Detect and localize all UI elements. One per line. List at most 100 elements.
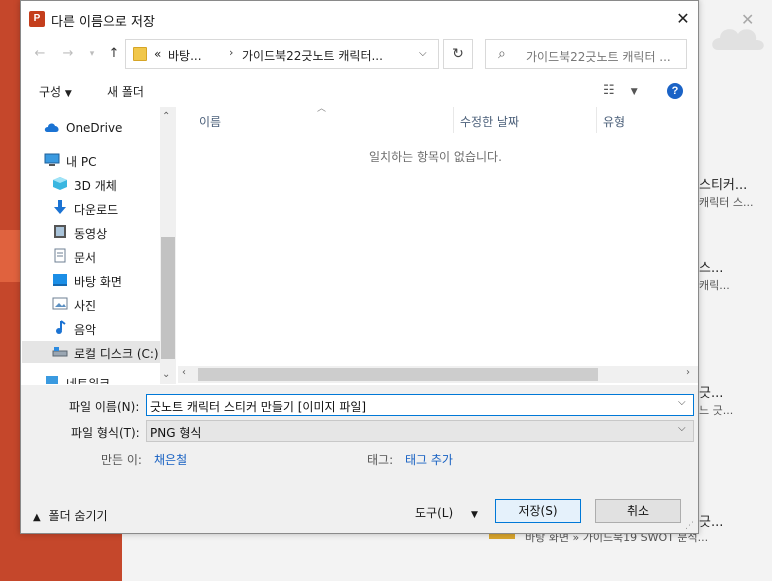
breadcrumb-item[interactable]: 바탕... — [168, 47, 202, 64]
backstage-selected-item — [0, 230, 22, 282]
picture-icon — [52, 297, 68, 310]
add-tag-link[interactable]: 태그 추가 — [405, 451, 453, 468]
forward-arrow-icon[interactable]: → — [59, 45, 77, 63]
back-arrow-icon[interactable]: ← — [31, 45, 49, 63]
nav-item-downloads[interactable]: 다운로드 — [52, 197, 160, 219]
dropdown-arrow-icon: ▼ — [630, 87, 638, 97]
nav-item-pictures[interactable]: 사진 — [52, 293, 160, 315]
dialog-title: 다른 이름으로 저장 — [51, 15, 155, 30]
desktop-icon — [53, 274, 67, 286]
breadcrumb-chevron-icon[interactable]: › — [229, 46, 233, 59]
sort-ascending-icon: ︿ — [317, 104, 327, 114]
search-box[interactable]: ⌕ 가이드북22긋노트 캐릭터 ... — [485, 39, 687, 69]
organize-label: 구성 — [39, 85, 62, 99]
recent-locations-chevron-icon[interactable]: ▾ — [83, 45, 101, 63]
background-entry-subtitle: 느 긋... — [699, 404, 734, 417]
new-folder-button[interactable]: 새 폴더 — [107, 83, 144, 100]
scrollbar-thumb[interactable] — [198, 368, 598, 381]
breadcrumb-item[interactable]: 가이드북22긋노트 캐릭터... — [242, 47, 383, 64]
nav-item-label: 사진 — [74, 299, 97, 313]
video-icon — [54, 225, 66, 238]
column-divider[interactable] — [596, 107, 597, 133]
up-arrow-icon[interactable]: ↑ — [105, 45, 123, 63]
nav-item-label: 3D 개체 — [74, 179, 117, 193]
address-bar[interactable]: « 바탕... › 가이드북22긋노트 캐릭터... ⌵ — [125, 39, 439, 69]
background-entry-title[interactable]: 스... — [699, 257, 723, 276]
tools-menu-button[interactable]: 도구(L) ▼ — [415, 504, 478, 521]
column-header-type[interactable]: 유형 — [603, 113, 625, 130]
save-as-dialog: P 다른 이름으로 저장 ✕ ← → ▾ ↑ « 바탕... › 가이드북22긋… — [20, 0, 699, 534]
background-entry-subtitle: 캐릭터 스... — [699, 196, 754, 209]
author-label: 만든 이: — [101, 453, 142, 467]
author-value[interactable]: 채은철 — [154, 451, 187, 468]
column-header-name[interactable]: 이름 — [199, 113, 221, 130]
view-options-button[interactable]: ☷ ▼ — [603, 83, 638, 98]
nav-item-documents[interactable]: 문서 — [52, 245, 160, 267]
column-header-date-modified[interactable]: 수정한 날짜 — [460, 113, 519, 130]
dialog-titlebar[interactable]: P 다른 이름으로 저장 ✕ — [21, 1, 698, 37]
hide-folders-button[interactable]: ▲ 폴더 숨기기 — [33, 507, 108, 524]
scroll-up-arrow-icon[interactable]: ⌃ — [162, 111, 170, 122]
search-icon: ⌕ — [498, 46, 506, 62]
nav-item-onedrive[interactable]: OneDrive — [44, 117, 160, 139]
document-icon — [54, 248, 66, 263]
navigation-scrollbar[interactable]: ⌃ ⌄ — [160, 107, 176, 384]
nav-item-network[interactable]: 네트워크 — [44, 371, 160, 384]
scrollbar-thumb[interactable] — [161, 237, 175, 359]
nav-item-music[interactable]: 음악 — [52, 317, 160, 339]
nav-item-label: 바탕 화면 — [74, 275, 122, 289]
nav-item-label: 다운로드 — [74, 203, 119, 217]
empty-folder-message: 일치하는 항목이 없습니다. — [369, 150, 502, 164]
organize-menu-button[interactable]: 구성 ▼ — [39, 83, 72, 100]
scroll-left-arrow-icon[interactable]: ‹ — [182, 367, 186, 378]
nav-item-this-pc[interactable]: 내 PC — [44, 149, 160, 171]
file-type-select[interactable]: PNG 형식 — [146, 420, 694, 442]
file-name-input[interactable]: 긋노트 캐릭터 스티커 만들기 [이미지 파일] — [146, 394, 694, 416]
nav-item-label: 음악 — [74, 323, 97, 337]
background-entry-title[interactable]: 긋... — [699, 511, 723, 530]
tools-label: 도구(L) — [415, 506, 454, 520]
save-button[interactable]: 저장(S) — [495, 499, 581, 523]
folder-icon — [133, 47, 147, 61]
background-entry-title[interactable]: 스티커... — [699, 174, 747, 193]
background-entry-subtitle: 캐릭... — [699, 279, 730, 292]
nav-item-label: 로컬 디스크 (C:) — [74, 347, 159, 361]
powerpoint-icon: P — [29, 11, 45, 27]
navigation-pane: OneDrive 내 PC 3D 개체 다운로드 동영상 문서 바탕 화면 사진… — [22, 107, 176, 384]
cube-icon — [53, 177, 67, 190]
nav-item-label: 네트워크 — [66, 377, 111, 384]
file-list-horizontal-scrollbar[interactable]: ‹ › — [178, 366, 698, 383]
nav-item-local-disk-c[interactable]: 로컬 디스크 (C:) — [22, 341, 160, 363]
dropdown-arrow-icon: ▼ — [64, 89, 72, 99]
pc-icon — [44, 153, 60, 166]
nav-item-label: 동영상 — [74, 227, 108, 241]
drive-icon — [52, 347, 68, 357]
file-type-label: 파일 형식(T): — [71, 426, 140, 440]
nav-item-videos[interactable]: 동영상 — [52, 221, 160, 243]
hide-folders-label: 폴더 숨기기 — [48, 509, 108, 523]
column-divider[interactable] — [453, 107, 454, 133]
background-cloud-icon — [712, 29, 764, 50]
dropdown-arrow-icon: ▼ — [470, 510, 478, 520]
tags-label: 태그: — [367, 453, 394, 467]
help-icon[interactable]: ? — [667, 83, 683, 99]
nav-item-label: 내 PC — [66, 155, 97, 169]
nav-item-label: OneDrive — [66, 121, 123, 135]
close-button[interactable]: ✕ — [669, 7, 697, 31]
scroll-right-arrow-icon[interactable]: › — [686, 367, 690, 378]
file-name-dropdown-icon[interactable]: ⌵ — [678, 397, 686, 408]
nav-item-3d-objects[interactable]: 3D 개체 — [52, 173, 160, 195]
file-name-label: 파일 이름(N): — [69, 400, 140, 414]
network-icon — [46, 376, 58, 384]
refresh-button[interactable]: ↻ — [443, 39, 473, 69]
scroll-down-arrow-icon[interactable]: ⌄ — [162, 369, 170, 380]
file-type-dropdown-icon[interactable]: ⌵ — [678, 423, 686, 434]
download-icon — [54, 200, 66, 214]
chevron-up-icon: ▲ — [33, 512, 41, 523]
cancel-button[interactable]: 취소 — [595, 499, 681, 523]
nav-item-desktop[interactable]: 바탕 화면 — [52, 269, 160, 291]
address-dropdown-icon[interactable]: ⌵ — [419, 48, 427, 59]
resize-grip-icon[interactable]: ⋰ — [685, 521, 694, 531]
background-entry-title[interactable]: 긋... — [699, 382, 723, 401]
breadcrumb-overflow[interactable]: « — [154, 47, 161, 61]
